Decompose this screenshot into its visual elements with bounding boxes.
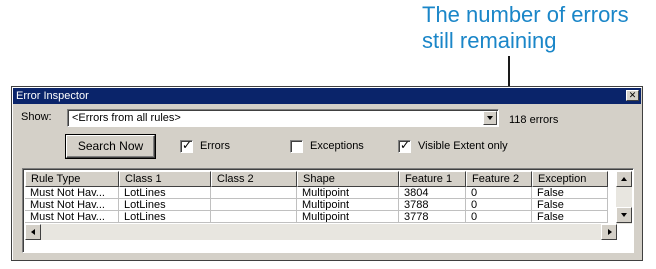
table-row[interactable]: Must Not Hav... LotLines Multipoint 3778… (25, 211, 608, 223)
cell-shape: Multipoint (297, 211, 399, 223)
cell-class-2 (211, 211, 297, 223)
visible-extent-checkbox[interactable]: Visible Extent only (398, 138, 508, 153)
scroll-up-button[interactable] (616, 171, 632, 187)
cell-rule-type: Must Not Hav... (25, 199, 119, 211)
scroll-down-icon (621, 213, 627, 217)
exceptions-checkbox-box[interactable] (290, 139, 303, 153)
column-header-rule-type[interactable]: Rule Type (25, 171, 119, 187)
cell-exception: False (532, 187, 608, 199)
show-dropdown-value: <Errors from all rules> (72, 112, 181, 124)
chevron-down-icon (487, 116, 493, 120)
table-header: Rule Type Class 1 Class 2 Shape Feature … (25, 171, 608, 187)
cell-rule-type: Must Not Hav... (25, 211, 119, 223)
cell-class-2 (211, 199, 297, 211)
cell-feature-2: 0 (466, 187, 532, 199)
dropdown-button[interactable] (483, 111, 497, 125)
table-body: Must Not Hav... LotLines Multipoint 3804… (25, 187, 608, 223)
column-header-exception[interactable]: Exception (532, 171, 608, 187)
visible-extent-checkbox-box[interactable] (398, 138, 411, 153)
cell-class-1: LotLines (119, 199, 211, 211)
scroll-right-icon (608, 229, 612, 235)
scroll-right-button[interactable] (601, 224, 617, 240)
cell-feature-2: 0 (466, 199, 532, 211)
cell-exception: False (532, 199, 608, 211)
callout-annotation: The number of errors still remaining (422, 2, 654, 54)
cell-feature-1: 3788 (399, 199, 466, 211)
search-now-button[interactable]: Search Now (66, 135, 155, 158)
window-title: Error Inspector (16, 90, 89, 102)
errors-checkbox[interactable]: Errors (180, 138, 230, 153)
column-header-shape[interactable]: Shape (297, 171, 399, 187)
scroll-up-icon (621, 177, 627, 181)
cell-shape: Multipoint (297, 187, 399, 199)
errors-checkbox-label: Errors (200, 140, 230, 152)
scroll-left-button[interactable] (25, 224, 41, 240)
exceptions-checkbox[interactable]: Exceptions (290, 139, 364, 153)
close-icon[interactable]: ✕ (626, 90, 639, 101)
column-header-feature-1[interactable]: Feature 1 (399, 171, 466, 187)
scroll-down-button[interactable] (616, 207, 632, 223)
horizontal-scrollbar[interactable] (25, 224, 617, 240)
errors-checkbox-box[interactable] (180, 138, 193, 153)
cell-class-1: LotLines (119, 187, 211, 199)
scroll-left-icon (31, 229, 35, 235)
vertical-scrollbar[interactable] (616, 171, 632, 224)
cell-exception: False (532, 211, 608, 223)
show-label: Show: (21, 111, 52, 123)
exceptions-checkbox-label: Exceptions (310, 140, 364, 152)
callout-line-1: The number of errors (422, 2, 629, 27)
cell-feature-1: 3778 (399, 211, 466, 223)
column-header-class-2[interactable]: Class 2 (211, 171, 297, 187)
cell-class-1: LotLines (119, 211, 211, 223)
table-row[interactable]: Must Not Hav... LotLines Multipoint 3788… (25, 199, 608, 211)
error-inspector-window: Error Inspector ✕ Show: <Errors from all… (11, 86, 643, 261)
table-row[interactable]: Must Not Hav... LotLines Multipoint 3804… (25, 187, 608, 199)
column-header-feature-2[interactable]: Feature 2 (466, 171, 532, 187)
cell-shape: Multipoint (297, 199, 399, 211)
title-bar[interactable]: Error Inspector ✕ (13, 88, 641, 104)
cell-feature-2: 0 (466, 211, 532, 223)
error-table[interactable]: Rule Type Class 1 Class 2 Shape Feature … (22, 168, 634, 253)
show-dropdown[interactable]: <Errors from all rules> (67, 109, 499, 127)
error-count: 118 errors (509, 114, 559, 126)
cell-rule-type: Must Not Hav... (25, 187, 119, 199)
column-header-class-1[interactable]: Class 1 (119, 171, 211, 187)
callout-line-2: still remaining (422, 28, 557, 53)
visible-extent-checkbox-label: Visible Extent only (418, 140, 508, 152)
cell-class-2 (211, 187, 297, 199)
cell-feature-1: 3804 (399, 187, 466, 199)
